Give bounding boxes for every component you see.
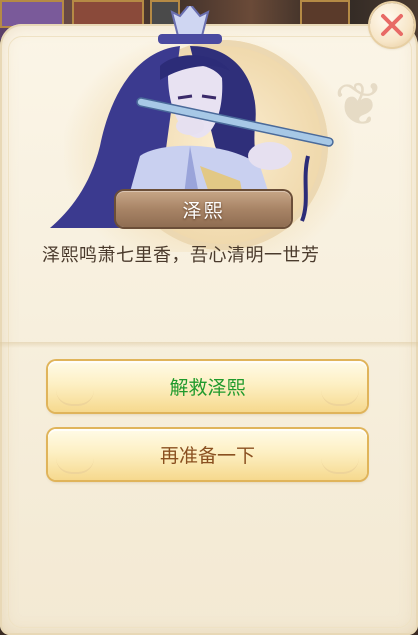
- character-quote: 泽熙鸣萧七里香，吾心清明一世芳: [42, 245, 320, 266]
- rescue-button-label: 解救泽熙: [169, 377, 246, 399]
- rescue-button[interactable]: 解救泽熙: [48, 361, 367, 412]
- close-button[interactable]: [370, 3, 414, 47]
- bamboo-decoration: ❦: [334, 70, 385, 140]
- character-name-plate: 泽熙: [116, 191, 291, 227]
- close-icon: [381, 14, 403, 36]
- character-name: 泽熙: [182, 199, 225, 222]
- prepare-again-button-label: 再准备一下: [159, 445, 255, 467]
- divider: [0, 342, 418, 348]
- prepare-again-button[interactable]: 再准备一下: [48, 429, 367, 480]
